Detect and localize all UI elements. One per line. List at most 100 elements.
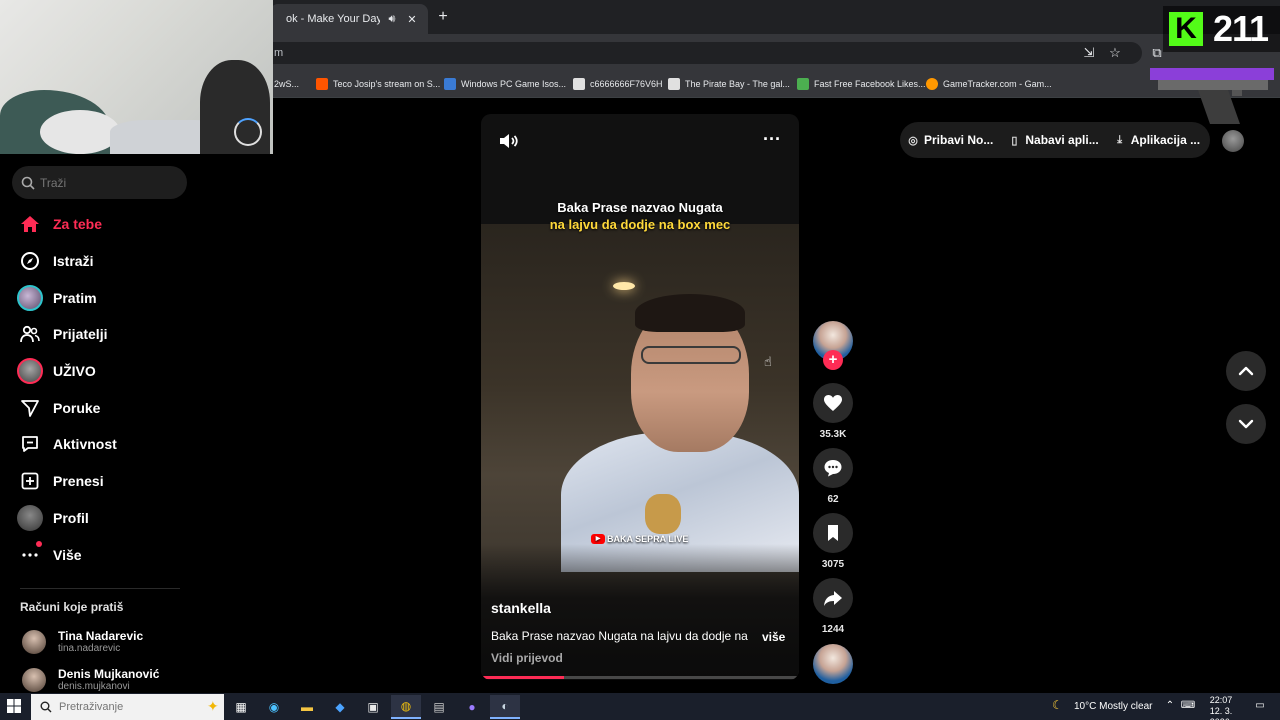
get-app-button[interactable]: ▯ Nabavi apli...	[1007, 133, 1098, 147]
taskbar-search-input[interactable]	[59, 701, 169, 713]
site-favicon	[797, 78, 809, 90]
soundcloud-icon	[316, 78, 328, 90]
share-icon	[824, 591, 842, 606]
chevron-up-icon[interactable]: ⌃	[1162, 700, 1178, 712]
new-tab-button[interactable]: +	[434, 8, 452, 26]
edge-icon[interactable]: ◉	[259, 695, 289, 719]
bookmark-label: 2wS...	[274, 79, 300, 89]
weather-text: 10°C Mostly clear	[1074, 700, 1153, 712]
pill-label: Nabavi apli...	[1025, 133, 1099, 147]
search-bar[interactable]	[12, 166, 187, 199]
page-icon	[573, 78, 585, 90]
file-explorer-icon[interactable]: ▬	[292, 695, 322, 719]
phone-icon: ▯	[1011, 134, 1018, 147]
steam-icon[interactable]: ◐	[490, 695, 520, 719]
sidebar-item-label: Više	[53, 546, 82, 563]
speaker-icon[interactable]: 🔊︎	[384, 11, 400, 27]
kick-logo-icon: K	[1169, 12, 1203, 46]
sidebar-item-friends[interactable]: Prijatelji	[16, 316, 186, 353]
follow-plus-button[interactable]: +	[823, 350, 843, 370]
bookmark-item[interactable]: The Pirate Bay - The gal...	[668, 76, 790, 92]
chrome-icon[interactable]: ◍	[391, 695, 421, 719]
browser-tab[interactable]: ok - Make Your Day 🔊︎ ✕	[270, 4, 428, 34]
account-handle: tina.nadarevic	[58, 643, 121, 654]
save-button[interactable]	[813, 513, 853, 553]
bookmark-item[interactable]: Windows PC Game Isos...	[444, 76, 566, 92]
mouse-cursor-icon: ☝︎	[764, 354, 772, 369]
volume-icon[interactable]	[497, 130, 519, 152]
profile-avatar	[16, 504, 44, 532]
following-account[interactable]: Tina Nadarevic tina.nadarevic	[22, 628, 143, 656]
sidebar-item-upload[interactable]: Prenesi	[16, 463, 186, 500]
bookmark-item[interactable]: c6666666F76V6H	[573, 76, 663, 92]
loading-spinner-icon	[234, 118, 262, 146]
store-icon[interactable]: ▣	[358, 695, 388, 719]
sidebar-item-profile[interactable]: Profil	[16, 500, 186, 537]
sidebar-item-activity[interactable]: Aktivnost	[16, 426, 186, 463]
bookmark-item[interactable]: Fast Free Facebook Likes...	[797, 76, 926, 92]
following-account[interactable]: Denis Mujkanović denis.mujkanovi	[22, 666, 159, 694]
taskbar-clock[interactable]: 22:07 12. 3. 2026.	[1198, 695, 1244, 720]
sidebar-item-following[interactable]: Pratim	[16, 279, 186, 316]
compass-icon	[16, 247, 44, 275]
heart-icon	[824, 395, 842, 411]
next-video-button[interactable]	[1226, 404, 1266, 444]
taskbar-search[interactable]: ✦	[31, 694, 224, 720]
sidebar-item-explore[interactable]: Istraži	[16, 243, 186, 280]
following-avatar	[16, 284, 44, 312]
comment-button[interactable]	[813, 448, 853, 488]
following-accounts-title: Računi koje pratiš	[20, 600, 124, 614]
windows-start-icon[interactable]	[6, 698, 22, 714]
more-options-icon[interactable]: ···	[761, 130, 783, 152]
video-author[interactable]: stankella	[491, 600, 551, 616]
search-input[interactable]	[40, 175, 170, 190]
desktop-app-button[interactable]: ⤓ Aplikacija ...	[1113, 133, 1200, 147]
more-description-link[interactable]: više	[762, 630, 785, 644]
sidebar-item-label: Aktivnost	[53, 436, 117, 453]
sidebar-item-label: UŽIVO	[53, 363, 96, 380]
bookmark-star-icon[interactable]: ☆	[1106, 44, 1124, 62]
sidebar-item-for-you[interactable]: Za tebe	[16, 206, 186, 243]
chevron-down-icon	[1238, 419, 1254, 429]
bookmark-label: The Pirate Bay - The gal...	[685, 79, 790, 89]
sparkle-icon: ✦	[207, 698, 219, 714]
user-avatar[interactable]	[1222, 130, 1244, 152]
video-person-hair	[635, 294, 745, 332]
see-translation-link[interactable]: Vidi prijevod	[491, 651, 563, 665]
bookmark-item[interactable]: Teco Josip's stream on S...	[316, 76, 440, 92]
sidebar-item-live[interactable]: UŽIVO	[16, 353, 186, 390]
install-app-icon[interactable]: ⇲	[1080, 44, 1098, 62]
mail-icon[interactable]: ◆	[325, 695, 355, 719]
previous-video-button[interactable]	[1226, 351, 1266, 391]
video-description: Baka Prase nazvao Nugata na lajvu da dod…	[491, 629, 748, 643]
avatar	[22, 630, 46, 654]
sidebar-item-messages[interactable]: Poruke	[16, 389, 186, 426]
address-input[interactable]: m	[262, 42, 1142, 64]
next-creator-avatar[interactable]	[813, 644, 853, 684]
search-icon	[18, 173, 38, 193]
share-button[interactable]	[813, 578, 853, 618]
sidebar-item-more[interactable]: Više	[16, 536, 186, 573]
coin-icon: ◎	[908, 134, 918, 147]
bookmark-item[interactable]: 2wS...	[274, 76, 299, 92]
sidebar-item-label: Pratim	[53, 289, 97, 306]
app-icon[interactable]: ▤	[424, 695, 454, 719]
bookmark-item[interactable]: GameTracker.com - Gam...	[926, 76, 1052, 92]
url-text: m	[274, 47, 284, 59]
get-coins-button[interactable]: ◎ Pribavi No...	[906, 133, 993, 147]
video-progress-fill	[481, 676, 564, 679]
like-button[interactable]	[813, 383, 853, 423]
video-progress-bar[interactable]	[481, 676, 799, 679]
keyboard-icon[interactable]: ⌨	[1180, 700, 1196, 712]
notification-icon[interactable]: ▭	[1252, 700, 1268, 712]
video-caption-line-2: na lajvu da dodje na box mec	[549, 217, 731, 232]
bookmark-label: Fast Free Facebook Likes...	[814, 79, 926, 89]
pill-label: Aplikacija ...	[1130, 133, 1201, 147]
close-tab-icon[interactable]: ✕	[404, 11, 420, 27]
kick-viewer-badge: K 211	[1163, 6, 1280, 52]
obs-icon[interactable]: ●	[457, 695, 487, 719]
weather-widget[interactable]: ☾ 10°C Mostly clear	[1052, 698, 1152, 714]
video-player[interactable]: Baka Prase nazvao Nugata na lajvu da dod…	[481, 114, 799, 680]
sidebar-item-label: Prenesi	[53, 473, 104, 490]
task-view-icon[interactable]: ▦	[226, 695, 256, 719]
